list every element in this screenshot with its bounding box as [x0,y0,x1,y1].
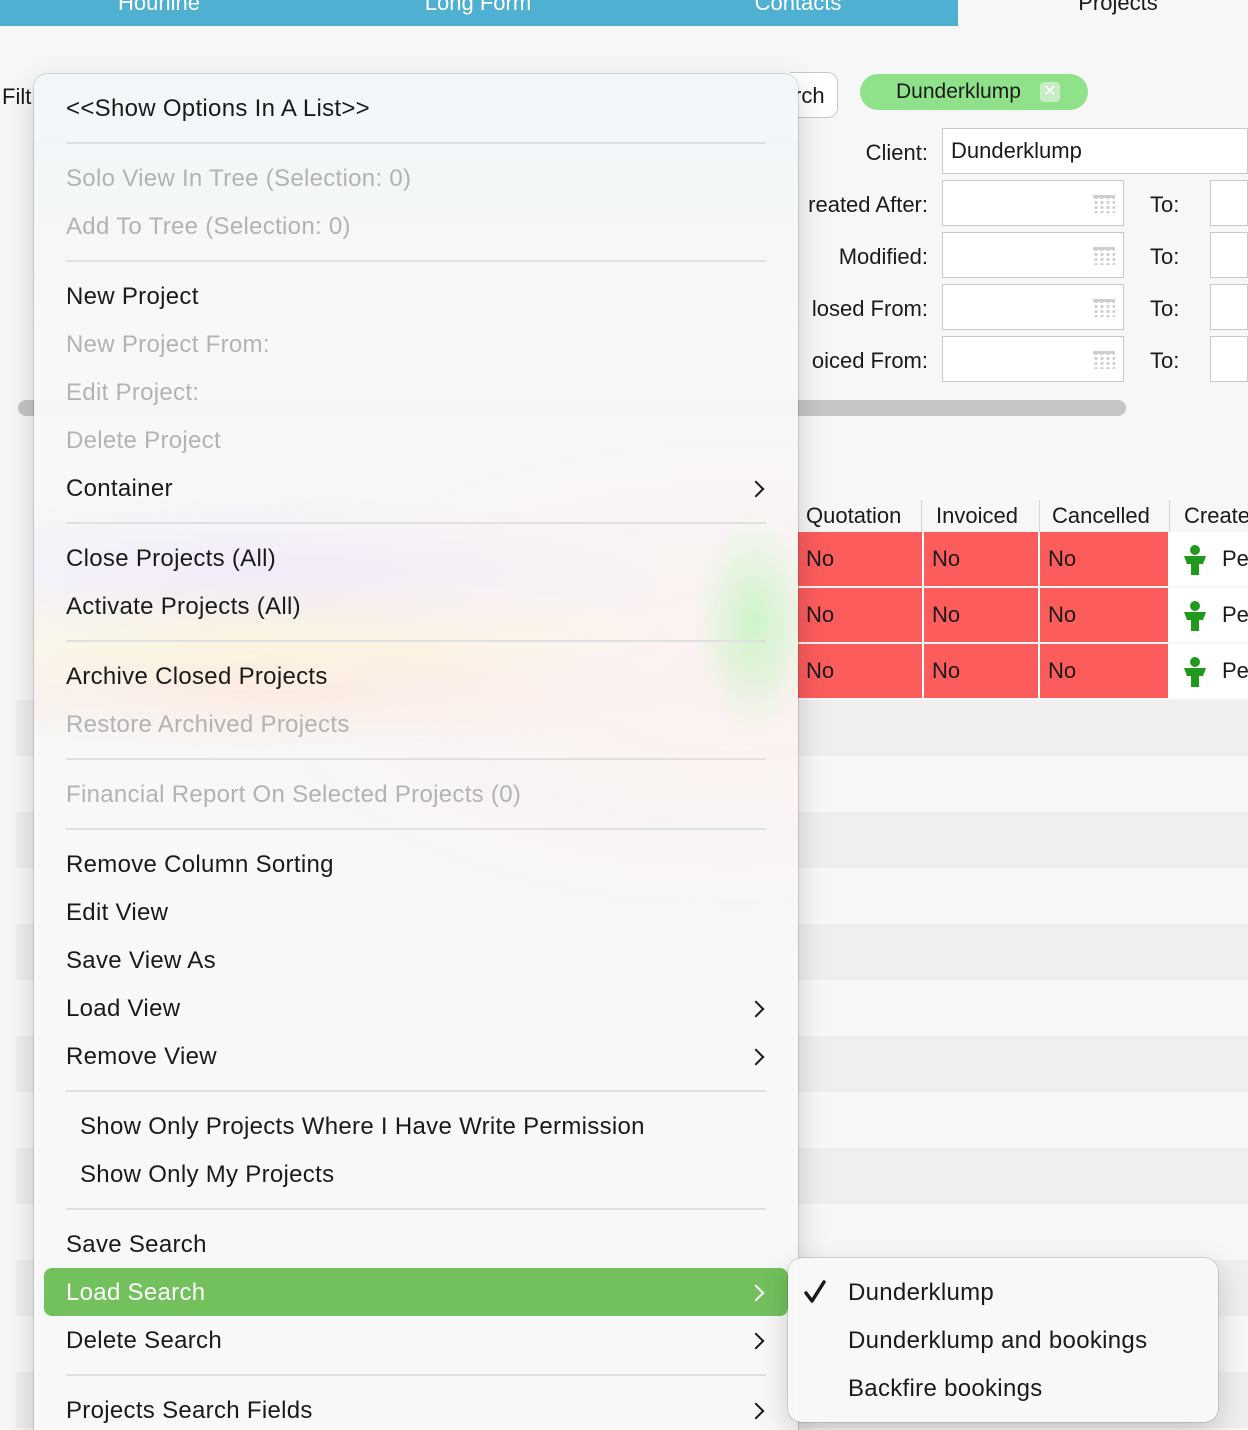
menu-item-my-projects-only[interactable]: Show Only My Projects [80,1155,334,1195]
menu-separator [66,142,766,144]
filter-label: Filt [2,84,32,109]
calendar-icon[interactable] [1093,195,1115,213]
column-header-creator[interactable]: Create [1176,500,1248,532]
modified-label: Modified: [838,244,928,269]
person-icon [1184,657,1206,687]
menu-item-remove-view[interactable]: Remove View [66,1037,217,1077]
menu-item-search-fields[interactable]: Projects Search Fields [66,1391,313,1430]
menu-separator [66,640,766,642]
submenu-item-backfire-bookings[interactable]: Backfire bookings [848,1367,1043,1411]
menu-item-activate-projects[interactable]: Activate Projects (All) [66,587,301,627]
person-icon [1184,601,1206,631]
cell-quotation: No [798,532,924,586]
saved-search-chip[interactable]: Dunderklump ✕ [860,74,1088,110]
chip-label: Dunderklump [896,80,1021,103]
modified-field[interactable] [942,232,1124,278]
cell-invoiced: No [924,644,1040,698]
menu-item-close-projects[interactable]: Close Projects (All) [66,539,276,579]
checkmark-icon [804,1280,826,1303]
calendar-icon[interactable] [1093,247,1115,265]
closed-from-field[interactable] [942,284,1124,330]
calendar-icon[interactable] [1093,299,1115,317]
cell-invoiced: No [924,588,1040,642]
chevron-right-icon [748,1037,764,1077]
menu-separator [66,1208,766,1210]
load-search-submenu: Dunderklump Dunderklump and bookings Bac… [788,1258,1218,1422]
menu-item-archive-closed[interactable]: Archive Closed Projects [66,657,328,697]
column-header-quotation[interactable]: Quotation [798,500,922,532]
menu-separator [66,1090,766,1092]
menu-item-delete-project: Delete Project [66,427,221,454]
cell-cancelled: No [1040,532,1170,586]
menu-separator [66,260,766,262]
menu-separator [66,758,766,760]
menu-item-financial-report: Financial Report On Selected Projects (0… [66,781,522,808]
cell-invoiced: No [924,532,1040,586]
cell-cancelled: No [1040,644,1170,698]
chevron-right-icon [748,1321,764,1361]
calendar-icon[interactable] [1093,351,1115,369]
column-header-cancelled[interactable]: Cancelled [1044,500,1170,532]
chevron-right-icon [748,469,764,509]
modified-to-field[interactable] [1210,232,1248,278]
menu-item-remove-sorting[interactable]: Remove Column Sorting [66,845,334,885]
chevron-right-icon [748,989,764,1029]
cell-creator: Pe [1170,532,1248,586]
closed-from-label: losed From: [811,296,928,321]
creator-name: Pe [1222,546,1248,571]
person-icon [1184,545,1206,575]
menu-item-save-view-as[interactable]: Save View As [66,941,216,981]
invoiced-from-label: oiced From: [811,348,928,373]
submenu-item-dunderklump-bookings[interactable]: Dunderklump and bookings [848,1319,1147,1363]
menu-item-solo-view: Solo View In Tree (Selection: 0) [66,165,412,192]
creator-name: Pe [1222,658,1248,683]
menu-separator [66,828,766,830]
client-label: Client: [865,140,928,165]
to-label: To: [1150,244,1180,269]
close-icon[interactable]: ✕ [1040,82,1060,102]
tab-contacts[interactable]: Contacts [638,0,958,26]
menu-item-load-view[interactable]: Load View [66,989,180,1029]
to-label: To: [1150,192,1180,217]
invoiced-to-field[interactable] [1210,336,1248,382]
cell-creator: Pe [1170,644,1248,698]
to-label: To: [1150,348,1180,373]
created-to-field[interactable] [1210,180,1248,226]
menu-item-add-to-tree: Add To Tree (Selection: 0) [66,213,351,240]
menu-separator [66,1374,766,1376]
column-header-invoiced[interactable]: Invoiced [928,500,1040,532]
menu-item-new-project[interactable]: New Project [66,277,199,317]
menu-item-restore-archived: Restore Archived Projects [66,711,350,738]
menu-separator [66,522,766,524]
invoiced-from-field[interactable] [942,336,1124,382]
menu-item-container[interactable]: Container [66,469,173,509]
menu-item-save-search[interactable]: Save Search [66,1225,207,1265]
menu-item-write-permission-only[interactable]: Show Only Projects Where I Have Write Pe… [80,1107,645,1147]
tab-long-form[interactable]: Long Form [318,0,638,26]
tab-projects[interactable]: Projects [958,0,1248,26]
creator-name: Pe [1222,602,1248,627]
cell-quotation: No [798,588,924,642]
menu-item-edit-view[interactable]: Edit View [66,893,168,933]
cell-cancelled: No [1040,588,1170,642]
menu-item-delete-search[interactable]: Delete Search [66,1321,222,1361]
created-after-field[interactable] [942,180,1124,226]
tab-bar: Hourline Long Form Contacts Projects [0,0,1248,26]
cell-creator: Pe [1170,588,1248,642]
cell-quotation: No [798,644,924,698]
created-after-label: reated After: [808,192,928,217]
context-menu: <<Show Options In A List>> Solo View In … [34,74,798,1430]
closed-to-field[interactable] [1210,284,1248,330]
menu-item-show-options[interactable]: <<Show Options In A List>> [66,89,370,129]
client-field[interactable]: Dunderklump [942,128,1248,174]
submenu-item-dunderklump[interactable]: Dunderklump [848,1271,994,1315]
menu-item-edit-project: Edit Project: [66,379,200,406]
menu-item-new-project-from: New Project From: [66,331,270,358]
tab-hourline[interactable]: Hourline [0,0,318,26]
chevron-right-icon [748,1391,764,1430]
to-label: To: [1150,296,1180,321]
chevron-right-icon [748,1273,764,1313]
menu-item-load-search[interactable]: Load Search [66,1273,205,1313]
